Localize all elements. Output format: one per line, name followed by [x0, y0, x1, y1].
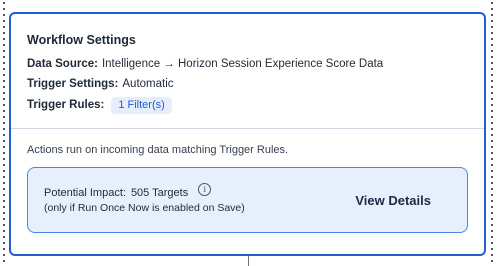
impact-text: Potential Impact: 505 Targets i (only if…: [44, 183, 245, 215]
right-dotted-guide: [491, 0, 493, 266]
canvas: Workflow Settings Data Source: Intellige…: [0, 0, 497, 266]
trigger-settings-label: Trigger Settings:: [27, 78, 119, 90]
impact-summary: Potential Impact: 505 Targets i: [44, 183, 245, 200]
data-source-row: Data Source: Intelligence → Horizon Sess…: [27, 57, 484, 72]
view-details-button[interactable]: View Details: [355, 193, 431, 208]
actions-section: Actions run on incoming data matching Tr…: [11, 129, 484, 233]
connector-line: [248, 256, 249, 266]
info-icon[interactable]: i: [198, 183, 212, 196]
impact-note: (only if Run Once Now is enabled on Save…: [44, 201, 245, 214]
trigger-rules-filter-badge[interactable]: 1 Filter(s): [111, 97, 172, 114]
workflow-settings-card[interactable]: Workflow Settings Data Source: Intellige…: [9, 12, 486, 256]
data-source-label: Data Source:: [27, 58, 98, 70]
trigger-settings-value: Automatic: [122, 78, 174, 90]
impact-targets: 505 Targets: [130, 186, 189, 199]
trigger-settings-row: Trigger Settings: Automatic: [27, 77, 484, 92]
data-source-value: Intelligence → Horizon Session Experienc…: [101, 58, 384, 70]
impact-label: Potential Impact:: [44, 186, 126, 199]
left-dotted-guide: [3, 0, 5, 266]
actions-description: Actions run on incoming data matching Tr…: [27, 144, 289, 156]
trigger-rules-label: Trigger Rules:: [27, 99, 105, 111]
settings-title: Workflow Settings: [27, 33, 136, 47]
trigger-rules-row: Trigger Rules: 1 Filter(s): [27, 97, 484, 114]
settings-section: Workflow Settings Data Source: Intellige…: [11, 14, 484, 128]
potential-impact-box: Potential Impact: 505 Targets i (only if…: [27, 167, 468, 233]
